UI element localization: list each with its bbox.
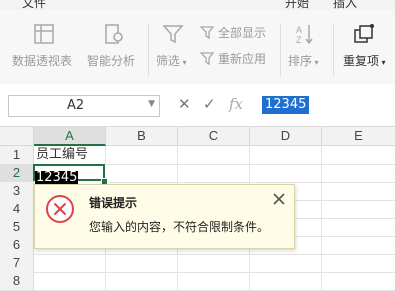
cell-e4[interactable]: [322, 200, 395, 219]
close-icon[interactable]: [272, 192, 286, 206]
name-box[interactable]: A2 ▼: [8, 95, 160, 117]
smart-analysis-label: 智能分析: [87, 54, 136, 68]
select-all-corner[interactable]: [0, 127, 34, 146]
show-all-label: 全部显示: [218, 26, 267, 40]
pivot-table-label: 数据透视表: [12, 54, 73, 68]
confirm-icon[interactable]: ✓: [203, 95, 216, 113]
filter-label: 筛选 ▾: [156, 54, 187, 68]
error-dialog: 错误提示 您输入的内容，不符合限制条件。: [34, 184, 295, 249]
active-cell-a2[interactable]: 12345: [33, 164, 105, 185]
smart-analysis-button[interactable]: 智能分析: [87, 22, 138, 68]
row-header-5[interactable]: 5: [0, 218, 34, 237]
column-header-b[interactable]: B: [106, 127, 178, 146]
name-box-value: A2: [67, 98, 85, 113]
cell-a1[interactable]: 员工编号: [34, 146, 106, 165]
cell-a1-value: 员工编号: [36, 147, 89, 162]
filter-icon: [162, 25, 184, 44]
menu-file[interactable]: 文件: [22, 0, 46, 10]
svg-text:A: A: [296, 25, 302, 35]
cell-e5[interactable]: [322, 218, 395, 237]
reapply-button[interactable]: 重新应用: [199, 50, 267, 67]
sort-label: 排序 ▾: [288, 54, 319, 68]
cell-a8[interactable]: [34, 272, 106, 291]
error-icon: [46, 195, 74, 223]
row-header-3[interactable]: 3: [0, 182, 34, 201]
reapply-icon: [199, 52, 215, 66]
duplicate-label: 重复项 ▾: [343, 54, 386, 68]
cell-d8[interactable]: [250, 272, 322, 291]
filter-button[interactable]: 筛选 ▾: [155, 22, 191, 68]
column-header-c[interactable]: C: [178, 127, 250, 146]
cell-b2[interactable]: [106, 164, 178, 183]
cell-b8[interactable]: [106, 272, 178, 291]
show-all-button[interactable]: 全部显示: [199, 24, 267, 41]
menu-insert[interactable]: 插入: [333, 0, 357, 10]
cell-d2[interactable]: [250, 164, 322, 183]
sort-button[interactable]: A Z 排序 ▾: [287, 22, 323, 68]
cell-c8[interactable]: [178, 272, 250, 291]
column-header-d[interactable]: D: [250, 127, 322, 146]
cell-e3[interactable]: [322, 182, 395, 201]
svg-text:Z: Z: [296, 35, 302, 45]
duplicate-button[interactable]: 重复项 ▾: [340, 22, 388, 68]
function-icon[interactable]: fx: [229, 95, 243, 113]
smart-analysis-icon: [105, 24, 123, 44]
cell-a2-value: 12345: [35, 170, 79, 185]
column-header-e[interactable]: E: [322, 127, 395, 146]
row-header-8[interactable]: 8: [0, 272, 34, 291]
pivot-table-button[interactable]: 数据透视表: [12, 22, 74, 68]
row-header-6[interactable]: 6: [0, 236, 34, 255]
menu-start[interactable]: 开始: [285, 0, 309, 10]
row-header-4[interactable]: 4: [0, 200, 34, 219]
column-header-a[interactable]: A: [34, 127, 106, 146]
row-header-2[interactable]: 2: [0, 164, 34, 183]
sort-icon: A Z: [296, 25, 313, 45]
cancel-icon[interactable]: ✕: [178, 95, 191, 113]
ribbon-toolbar: 数据透视表 智能分析 筛选 ▾ 全部显示 重新应用 A Z 排序 ▾ 重复项 ▾: [0, 10, 395, 85]
cell-e6[interactable]: [322, 236, 395, 255]
reapply-label: 重新应用: [218, 52, 267, 66]
formula-input[interactable]: 12345: [262, 96, 310, 114]
cell-b1[interactable]: [106, 146, 178, 165]
menu-bar: 文件 开始 插入: [0, 0, 395, 10]
error-message: 您输入的内容，不符合限制条件。: [89, 220, 270, 234]
row-header-1[interactable]: 1: [0, 146, 34, 165]
cell-c2[interactable]: [178, 164, 250, 183]
row-header-7[interactable]: 7: [0, 254, 34, 273]
pivot-table-icon: [34, 24, 54, 44]
cell-d7[interactable]: [250, 254, 322, 273]
formula-bar: A2 ▼ ✕ ✓ fx 12345: [0, 84, 395, 127]
cell-e8[interactable]: [322, 272, 395, 291]
cell-c7[interactable]: [178, 254, 250, 273]
duplicate-icon: [354, 24, 374, 43]
cell-e7[interactable]: [322, 254, 395, 273]
cell-e2[interactable]: [322, 164, 395, 183]
cell-b7[interactable]: [106, 254, 178, 273]
chevron-down-icon[interactable]: ▼: [148, 99, 155, 109]
cell-e1[interactable]: [322, 146, 395, 165]
show-all-icon: [199, 26, 215, 40]
cell-c1[interactable]: [178, 146, 250, 165]
error-title: 错误提示: [89, 196, 138, 210]
cell-a7[interactable]: [34, 254, 106, 273]
cell-d1[interactable]: [250, 146, 322, 165]
